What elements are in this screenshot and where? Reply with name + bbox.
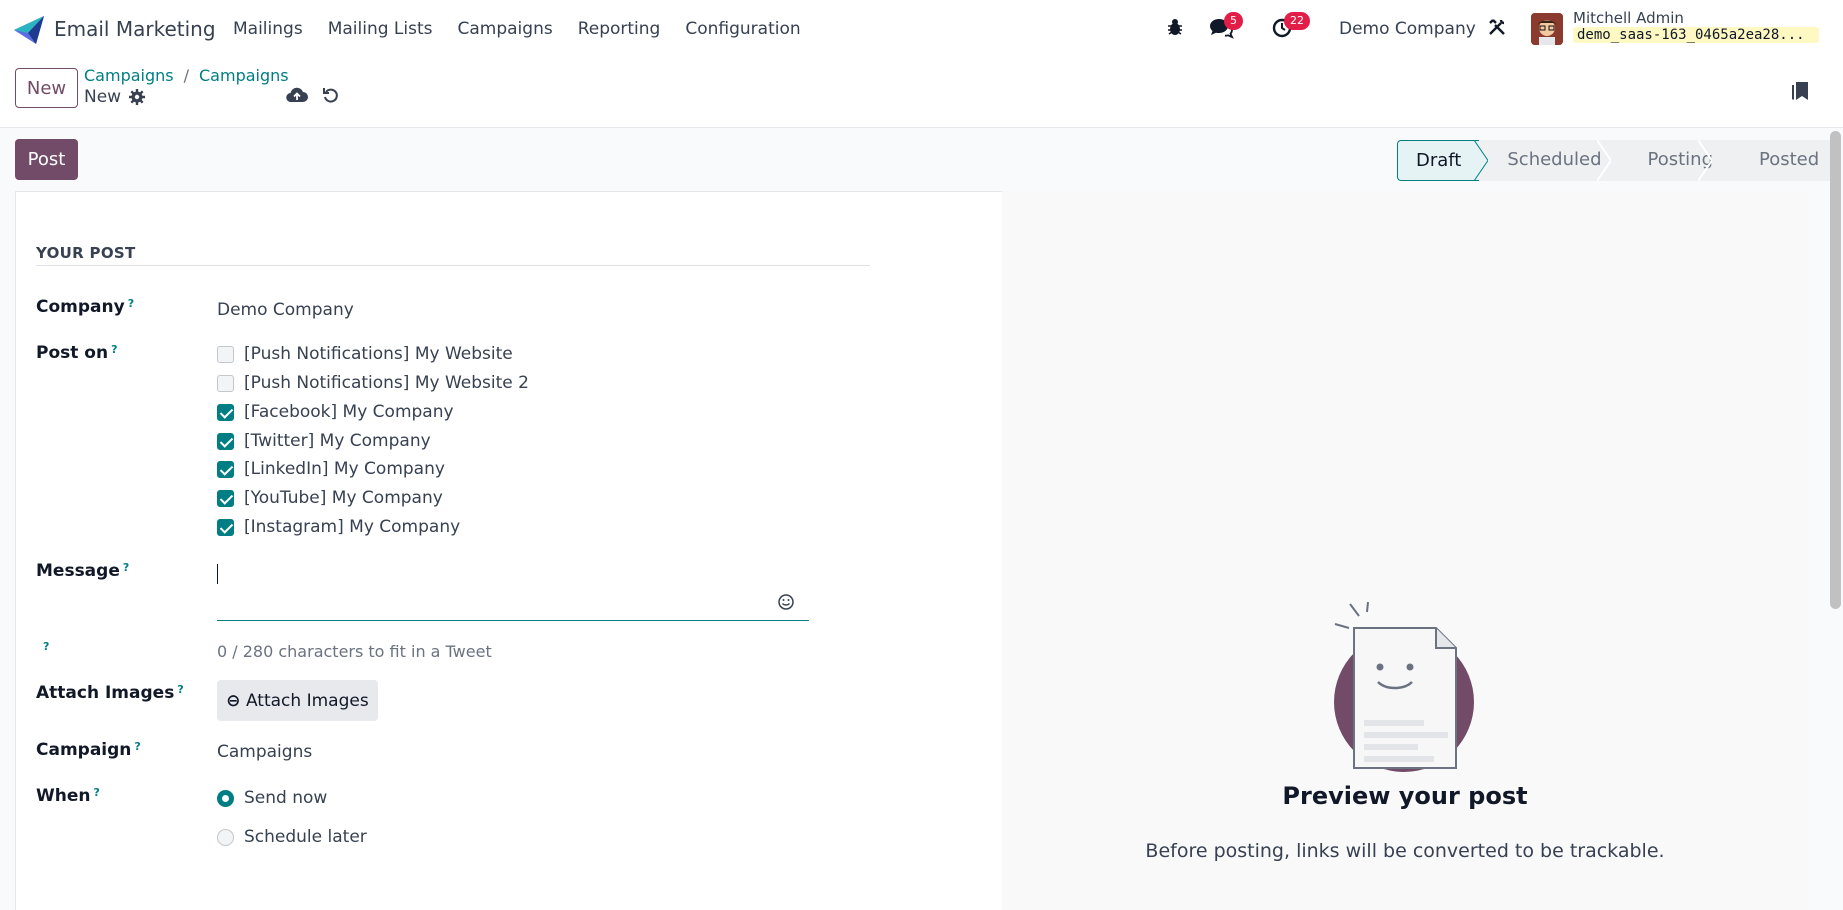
- activities-count-badge: 22: [1284, 12, 1310, 30]
- company-field[interactable]: Demo Company: [217, 300, 354, 320]
- emoji-smile-icon[interactable]: [777, 593, 795, 611]
- breadcrumb: Campaigns / Campaigns: [84, 66, 289, 85]
- menu-item-configuration[interactable]: Configuration: [685, 19, 800, 39]
- account-option[interactable]: [YouTube] My Company: [217, 488, 443, 508]
- checkbox-checked[interactable]: [217, 460, 234, 478]
- account-option[interactable]: [Facebook] My Company: [217, 402, 454, 422]
- radio-selected[interactable]: [217, 789, 234, 807]
- message-label: Message?: [36, 561, 130, 581]
- discard-undo-icon[interactable]: [322, 86, 340, 104]
- checkbox[interactable]: [217, 374, 234, 392]
- preview-document-illustration-icon: [1334, 602, 1474, 772]
- menu-item-campaigns[interactable]: Campaigns: [458, 19, 553, 39]
- checkbox-checked[interactable]: [217, 403, 234, 421]
- account-option[interactable]: [Instagram] My Company: [217, 517, 460, 537]
- account-option[interactable]: [LinkedIn] My Company: [217, 459, 445, 479]
- menu-item-reporting[interactable]: Reporting: [578, 19, 661, 39]
- when-option-send-now[interactable]: Send now: [217, 788, 327, 808]
- page-scrollbar[interactable]: [1830, 131, 1841, 609]
- menu-item-mailing-lists[interactable]: Mailing Lists: [328, 19, 433, 39]
- new-button[interactable]: New: [15, 68, 78, 108]
- checkbox-checked[interactable]: [217, 518, 234, 536]
- checkbox[interactable]: [217, 345, 234, 363]
- record-title: New: [84, 87, 122, 107]
- preview-subtitle: Before posting, links will be converted …: [1145, 840, 1665, 862]
- database-name: demo_saas-163_0465a2ea28...: [1573, 27, 1819, 43]
- help-tooltip-icon[interactable]: ?: [43, 640, 49, 653]
- stage-draft[interactable]: Draft: [1397, 140, 1480, 181]
- paperclip-icon: ⊘: [221, 688, 246, 713]
- menu-item-mailings[interactable]: Mailings: [233, 19, 303, 39]
- gear-icon[interactable]: [128, 88, 146, 106]
- account-option[interactable]: [Push Notifications] My Website: [217, 344, 513, 364]
- bookmark-icon[interactable]: [1790, 80, 1810, 102]
- user-name[interactable]: Mitchell Admin: [1573, 9, 1684, 27]
- checkbox-checked[interactable]: [217, 432, 234, 450]
- campaign-field[interactable]: Campaigns: [217, 742, 312, 762]
- control-panel: New Campaigns / Campaigns New: [0, 58, 1843, 128]
- stage-posted[interactable]: Posted: [1731, 140, 1838, 181]
- messages-count-badge: 5: [1224, 12, 1243, 30]
- account-option[interactable]: [Twitter] My Company: [217, 431, 431, 451]
- account-option[interactable]: [Push Notifications] My Website 2: [217, 373, 529, 393]
- debug-bug-icon[interactable]: [1165, 17, 1185, 37]
- tools-icon[interactable]: [1486, 16, 1508, 38]
- when-label: When?: [36, 786, 100, 806]
- attach-images-label: Attach Images?: [36, 683, 184, 703]
- stage-posting[interactable]: Posting: [1619, 140, 1732, 181]
- breadcrumb-item-campaigns[interactable]: Campaigns: [84, 66, 174, 85]
- preview-title: Preview your post: [1282, 782, 1528, 810]
- company-switcher[interactable]: Demo Company: [1339, 19, 1476, 39]
- text-caret: [217, 564, 218, 584]
- campaign-label: Campaign?: [36, 740, 141, 760]
- character-count: 0 / 280 characters to fit in a Tweet: [217, 642, 492, 661]
- cloud-upload-icon[interactable]: [286, 86, 308, 104]
- main-menu: Mailings Mailing Lists Campaigns Reporti…: [233, 19, 826, 39]
- app-logo-icon[interactable]: [14, 16, 44, 44]
- section-title-your-post: YOUR POST: [36, 244, 136, 262]
- checkbox-checked[interactable]: [217, 489, 234, 507]
- app-name[interactable]: Email Marketing: [54, 17, 216, 41]
- stage-pipeline: Draft Scheduled Posting Posted: [1397, 140, 1838, 181]
- company-label: Company?: [36, 297, 135, 317]
- post-button[interactable]: Post: [15, 139, 78, 180]
- breadcrumb-item-campaigns-2[interactable]: Campaigns: [199, 66, 289, 85]
- when-option-schedule-later[interactable]: Schedule later: [217, 827, 367, 847]
- message-textarea[interactable]: [217, 562, 809, 621]
- stage-arrow-divider: [1597, 140, 1611, 181]
- attach-images-button[interactable]: ⊘ Attach Images: [217, 680, 378, 721]
- section-divider: [36, 265, 870, 266]
- post-on-label: Post on?: [36, 343, 118, 363]
- user-avatar[interactable]: [1531, 13, 1563, 45]
- stage-arrow-active: [1474, 140, 1488, 181]
- top-navbar: Email Marketing Mailings Mailing Lists C…: [0, 0, 1843, 58]
- stage-arrow-divider: [1698, 140, 1712, 181]
- radio[interactable]: [217, 828, 234, 846]
- status-bar: Post Draft Scheduled Posting Posted: [0, 128, 1843, 191]
